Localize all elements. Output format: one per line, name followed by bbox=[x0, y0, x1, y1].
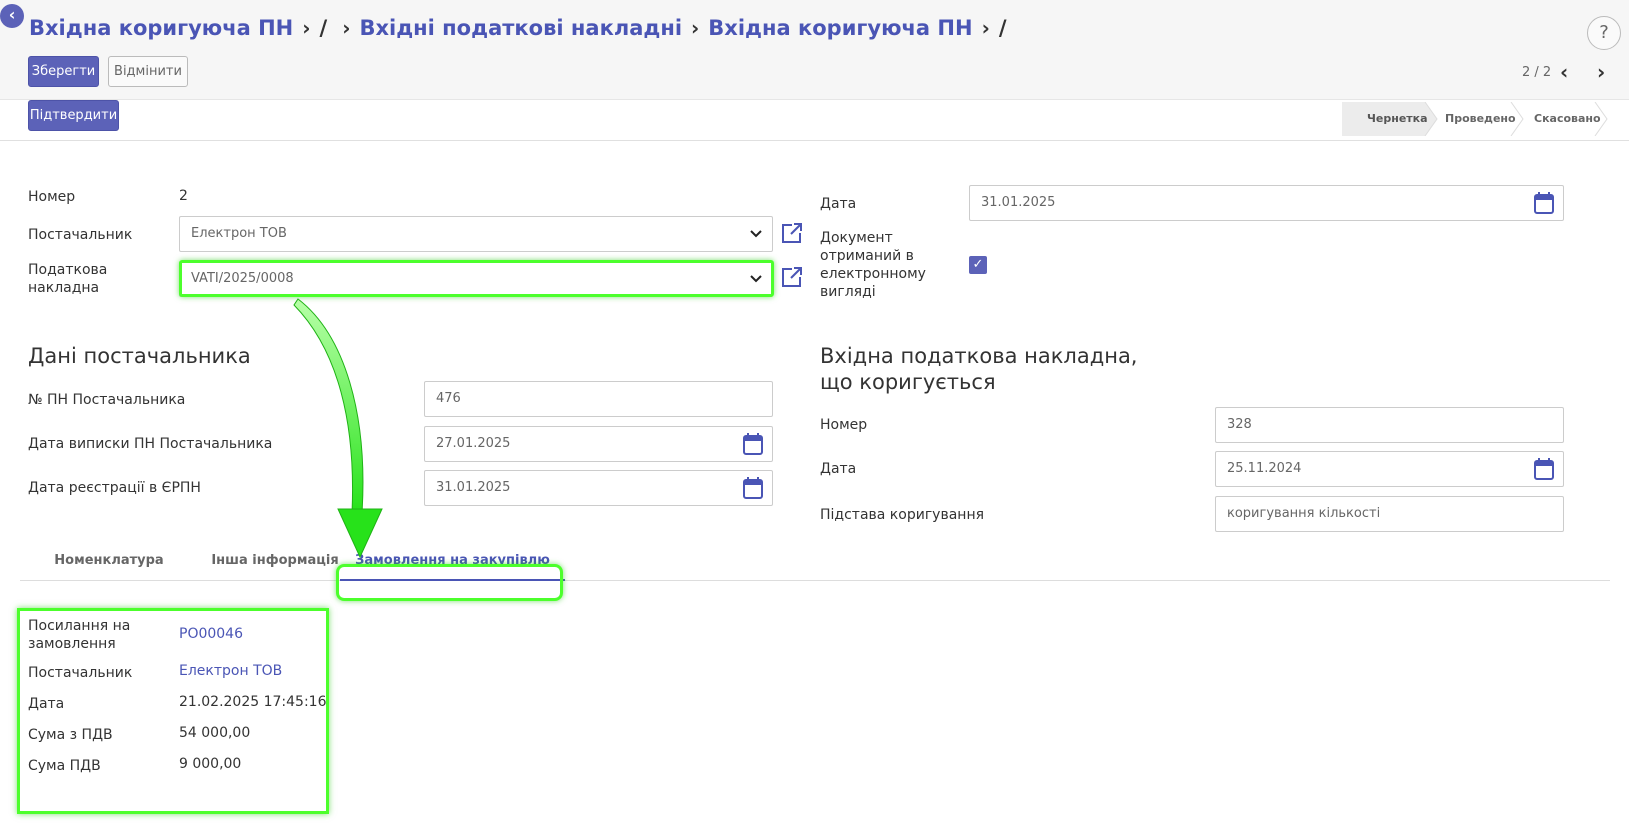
corrected-number-field[interactable]: 328 bbox=[1215, 407, 1564, 443]
po-total-value: 54 000,00 bbox=[179, 725, 251, 741]
date-label: Дата bbox=[820, 196, 857, 212]
supplier-data-title: Дані постачальника bbox=[28, 344, 251, 368]
chevron-right-icon: › bbox=[981, 16, 990, 40]
pager-next-icon[interactable]: › bbox=[1597, 60, 1605, 84]
breadcrumb-item-corrective-2[interactable]: Вхідна коригуюча ПН bbox=[708, 16, 972, 40]
po-total-label: Сума з ПДВ bbox=[28, 727, 113, 743]
po-vat-label: Сума ПДВ bbox=[28, 758, 101, 774]
help-button[interactable]: ? bbox=[1587, 16, 1621, 50]
tax-invoice-label: Податкова накладна bbox=[28, 262, 108, 296]
corrected-date-field[interactable]: 25.11.2024 bbox=[1215, 451, 1564, 487]
status-bar: Підтвердити Чернетка Проведено Скасовано bbox=[0, 100, 1629, 141]
correction-reason-field[interactable]: коригування кількості bbox=[1215, 496, 1564, 532]
chevron-right-icon: › bbox=[302, 16, 311, 40]
discard-button[interactable]: Відмінити bbox=[108, 56, 188, 87]
po-supplier-link[interactable]: Електрон ТОВ bbox=[179, 663, 282, 679]
back-arrow-icon[interactable]: ‹ bbox=[0, 4, 24, 28]
supplier-select[interactable]: Електрон ТОВ bbox=[179, 216, 773, 252]
erpn-date-label: Дата реєстрації в ЄРПН bbox=[28, 480, 201, 496]
confirm-button[interactable]: Підтвердити bbox=[28, 100, 119, 131]
chevron-down-icon bbox=[750, 230, 762, 238]
tax-invoice-select[interactable]: VATI/2025/0008 bbox=[179, 261, 773, 297]
status-step-posted[interactable]: Проведено bbox=[1445, 102, 1525, 136]
supplier-pn-number-value: 476 bbox=[436, 391, 461, 406]
pager-value[interactable]: 2 / 2 bbox=[1522, 65, 1551, 80]
breadcrumb: Вхідна коригуюча ПН › / › Вхідні податко… bbox=[29, 16, 1012, 40]
tab-nomenclature[interactable]: Номенклатура bbox=[34, 543, 184, 581]
number-value: 2 bbox=[179, 188, 188, 204]
erpn-date-field[interactable]: 31.01.2025 bbox=[424, 470, 773, 506]
external-link-icon[interactable] bbox=[781, 266, 803, 288]
correction-reason-label: Підстава коригування bbox=[820, 507, 985, 523]
supplier-pn-number-field[interactable]: 476 bbox=[424, 381, 773, 417]
tax-invoice-select-value: VATI/2025/0008 bbox=[191, 271, 294, 286]
calendar-icon[interactable] bbox=[743, 477, 763, 499]
breadcrumb-item-slash[interactable]: / bbox=[320, 16, 328, 40]
electronic-doc-label: Документ отриманий в електронному вигляд… bbox=[820, 230, 926, 300]
supplier-pn-number-label: № ПН Постачальника bbox=[28, 392, 186, 408]
external-link-icon[interactable] bbox=[781, 222, 803, 244]
corrected-date-label: Дата bbox=[820, 461, 857, 477]
po-date-label: Дата bbox=[28, 696, 65, 712]
po-vat-value: 9 000,00 bbox=[179, 756, 242, 772]
supplier-label: Постачальник bbox=[28, 227, 133, 243]
chevron-right-icon: › bbox=[342, 16, 351, 40]
status-step-draft[interactable]: Чернетка bbox=[1367, 102, 1428, 136]
date-field[interactable]: 31.01.2025 bbox=[969, 185, 1564, 221]
annotation-arrow-icon bbox=[293, 298, 383, 559]
corrected-date-value: 25.11.2024 bbox=[1227, 461, 1302, 476]
save-button[interactable]: Зберегти bbox=[28, 56, 99, 87]
notebook-tabs: Номенклатура Інша інформація Замовлення … bbox=[20, 543, 1610, 581]
breadcrumb-item-incoming-invoices[interactable]: Вхідні податкові накладні bbox=[359, 16, 682, 40]
po-ref-label: Посилання на замовлення bbox=[28, 618, 131, 652]
correction-reason-value: коригування кількості bbox=[1227, 506, 1381, 521]
corrected-number-value: 328 bbox=[1227, 417, 1252, 432]
calendar-icon[interactable] bbox=[743, 433, 763, 455]
electronic-doc-checkbox[interactable]: ✓ bbox=[969, 256, 987, 274]
issue-date-label: Дата виписки ПН Постачальника bbox=[28, 436, 273, 452]
chevron-right-icon: › bbox=[691, 16, 700, 40]
calendar-icon[interactable] bbox=[1534, 458, 1554, 480]
corrected-invoice-title: Вхідна податкова накладна, що коригуєтьс… bbox=[820, 344, 1138, 394]
status-step-cancelled[interactable]: Скасовано bbox=[1534, 102, 1614, 136]
corrected-number-label: Номер bbox=[820, 417, 868, 433]
breadcrumb-item-corrective[interactable]: Вхідна коригуюча ПН bbox=[29, 16, 293, 40]
calendar-icon[interactable] bbox=[1534, 192, 1554, 214]
po-date-value: 21.02.2025 17:45:16 bbox=[179, 694, 327, 710]
po-ref-link[interactable]: PO00046 bbox=[179, 626, 243, 642]
erpn-date-value: 31.01.2025 bbox=[436, 480, 511, 495]
supplier-select-value: Електрон ТОВ bbox=[191, 226, 287, 241]
date-field-value: 31.01.2025 bbox=[981, 195, 1056, 210]
issue-date-field[interactable]: 27.01.2025 bbox=[424, 426, 773, 462]
chevron-down-icon bbox=[750, 275, 762, 283]
number-label: Номер bbox=[28, 189, 76, 205]
issue-date-value: 27.01.2025 bbox=[436, 436, 511, 451]
po-supplier-label: Постачальник bbox=[28, 665, 133, 681]
pager-previous-icon[interactable]: ‹ bbox=[1560, 60, 1568, 84]
breadcrumb-item-current: / bbox=[998, 16, 1007, 40]
control-panel: ‹ Вхідна коригуюча ПН › / › Вхідні подат… bbox=[0, 0, 1629, 100]
